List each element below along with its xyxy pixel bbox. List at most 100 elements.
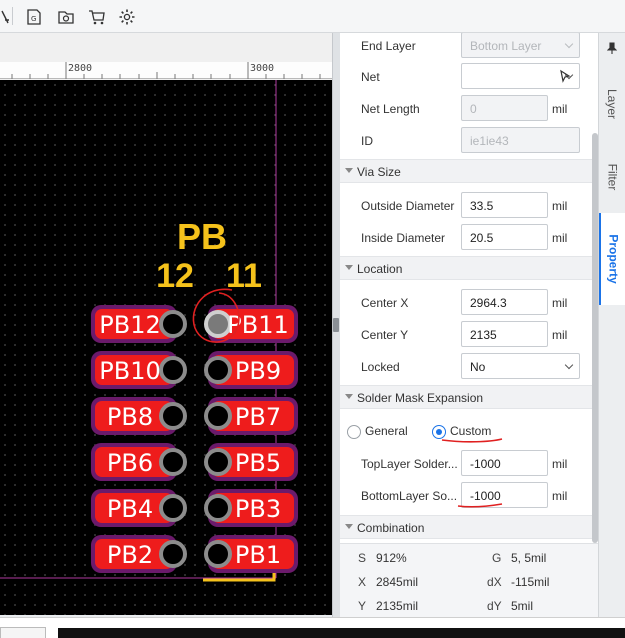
export-file-icon[interactable]: [55, 6, 77, 28]
status-x-value: 2845mil: [376, 575, 419, 589]
status-s-value: 912%: [376, 551, 407, 565]
ruler-label-2800: 2800: [68, 63, 93, 74]
net-length-input[interactable]: 0: [461, 95, 548, 121]
chevron-down-icon: [345, 394, 353, 399]
splitter-collapse-handle[interactable]: [333, 318, 339, 332]
pad-row[interactable]: PB4 PB3: [91, 489, 298, 527]
end-layer-select[interactable]: Bottom Layer: [461, 33, 580, 58]
gerber-file-icon[interactable]: G: [23, 6, 45, 28]
tab-filter[interactable]: Filter: [599, 141, 625, 213]
prop-label-locked: Locked: [361, 360, 400, 374]
via-right[interactable]: [204, 402, 232, 430]
status-y-value: 2135mil: [376, 599, 419, 613]
section-title: Combination: [357, 521, 425, 535]
section-via-size[interactable]: Via Size: [340, 159, 592, 183]
right-side-tabs: Layer Filter Property: [598, 33, 625, 617]
prop-center-x: Center X 2964.3 mil: [340, 287, 592, 319]
locked-select[interactable]: No: [461, 353, 580, 379]
id-input[interactable]: ie1ie43: [461, 127, 580, 153]
pad-row[interactable]: PB2 PB1: [91, 535, 298, 573]
pad-row[interactable]: PB6 PB5: [91, 443, 298, 481]
prop-locked: Locked No: [340, 351, 592, 383]
prop-label-end-layer: End Layer: [361, 39, 416, 53]
ruler-ticks: [11, 62, 321, 79]
pad-label-right: PB9: [235, 357, 281, 385]
unit-mil: mil: [552, 457, 568, 471]
toolbar-left-icon[interactable]: [0, 6, 13, 28]
pin-icon[interactable]: [607, 42, 617, 54]
horizontal-ruler: 2800 3000: [0, 62, 332, 79]
unit-mil: mil: [552, 102, 568, 116]
pad-label-left: PB12: [99, 311, 160, 339]
center-x-input[interactable]: 2964.3: [461, 289, 548, 315]
unit-mil: mil: [552, 489, 568, 503]
radio-general[interactable]: [347, 425, 361, 439]
tab-property[interactable]: Property: [599, 213, 625, 305]
prop-label-net: Net: [361, 70, 380, 84]
prop-outside-diameter: Outside Diameter 33.5 mil: [340, 190, 592, 222]
bottom-tab[interactable]: [0, 627, 46, 638]
outside-diameter-input[interactable]: 33.5: [461, 192, 548, 218]
via-right[interactable]: [204, 494, 232, 522]
order-pcb-cart-icon[interactable]: [86, 6, 108, 28]
via-left[interactable]: [159, 448, 187, 476]
pad-row[interactable]: PB8 PB7: [91, 397, 298, 435]
inside-diameter-input[interactable]: 20.5: [461, 224, 548, 250]
prop-label-net-length: Net Length: [361, 102, 420, 116]
pad-label-right: PB1: [235, 541, 281, 569]
property-panel: End Layer Bottom Layer Net Net Length 0 …: [340, 33, 598, 617]
chevron-down-icon: [345, 265, 353, 270]
section-solder-mask-expansion[interactable]: Solder Mask Expansion: [340, 385, 592, 409]
chevron-down-icon: [564, 360, 574, 370]
pcb-canvas[interactable]: 2800 3000 PB 12 11 PB12 PB11 PB10 PB9 PB8 PB7…: [0, 33, 332, 615]
radio-general-label: General: [365, 424, 408, 438]
via-right[interactable]: [204, 448, 232, 476]
section-combination[interactable]: Combination: [340, 515, 592, 539]
pad-label-left: PB8: [107, 403, 153, 431]
via-left[interactable]: [159, 310, 187, 338]
pad-label-right: PB7: [235, 403, 281, 431]
chevron-down-icon: [345, 524, 353, 529]
prop-net: Net: [340, 61, 592, 93]
section-title: Solder Mask Expansion: [357, 391, 484, 405]
annotation-underlines: [441, 438, 503, 508]
center-y-input[interactable]: 2135: [461, 321, 548, 347]
prop-id: ID ie1ie43: [340, 125, 592, 157]
silk-label-header: PB: [177, 216, 227, 257]
pad-label-left: PB2: [107, 541, 153, 569]
via-right[interactable]: [204, 540, 232, 568]
status-readout: S 912% G 5, 5mil X 2845mil dX -115mil Y …: [340, 543, 598, 617]
via-left[interactable]: [159, 402, 187, 430]
ruler-label-3000: 3000: [250, 63, 275, 74]
select-net-cursor-icon[interactable]: [558, 69, 572, 83]
pad-row[interactable]: PB10 PB9: [91, 351, 298, 389]
locked-value: No: [470, 360, 486, 374]
tab-layer[interactable]: Layer: [599, 69, 625, 139]
pad-label-right: PB11: [227, 311, 288, 339]
section-title: Via Size: [357, 165, 401, 179]
prop-label-inside-diameter: Inside Diameter: [361, 231, 446, 245]
section-title: Location: [357, 262, 403, 276]
tab-property-label: Property: [606, 234, 621, 284]
pad-label-left: PB6: [107, 449, 153, 477]
board-area[interactable]: PB 12 11 PB12 PB11 PB10 PB9 PB8 PB7 PB6 PB5 PB4 P…: [0, 80, 332, 615]
toolbar: G: [0, 0, 625, 33]
via-left[interactable]: [159, 540, 187, 568]
via-left[interactable]: [159, 494, 187, 522]
prop-end-layer: End Layer Bottom Layer: [340, 33, 592, 62]
section-location[interactable]: Location: [340, 256, 592, 280]
status-s-key: S: [358, 551, 367, 565]
pad-rows: PB12 PB11 PB10 PB9 PB8 PB7 PB6 PB5 PB4 PB3 PB2 PB1: [91, 305, 298, 573]
via-right[interactable]: [204, 356, 232, 384]
status-dx-value: -115mil: [511, 575, 550, 589]
chevron-down-icon: [564, 39, 574, 49]
settings-gear-icon[interactable]: [116, 6, 138, 28]
board-drawing: PB 12 11 PB12 PB11PB10 PB9PB8 PB7PB6 PB5PB4 P…: [0, 80, 298, 582]
unit-mil: mil: [552, 199, 568, 213]
status-g-value: 5, 5mil: [511, 551, 547, 565]
via-left[interactable]: [159, 356, 187, 384]
pad-label-right: PB5: [235, 449, 281, 477]
pad-label-right: PB3: [235, 495, 281, 523]
unit-mil: mil: [552, 296, 568, 310]
pad-label-left: PB4: [107, 495, 153, 523]
